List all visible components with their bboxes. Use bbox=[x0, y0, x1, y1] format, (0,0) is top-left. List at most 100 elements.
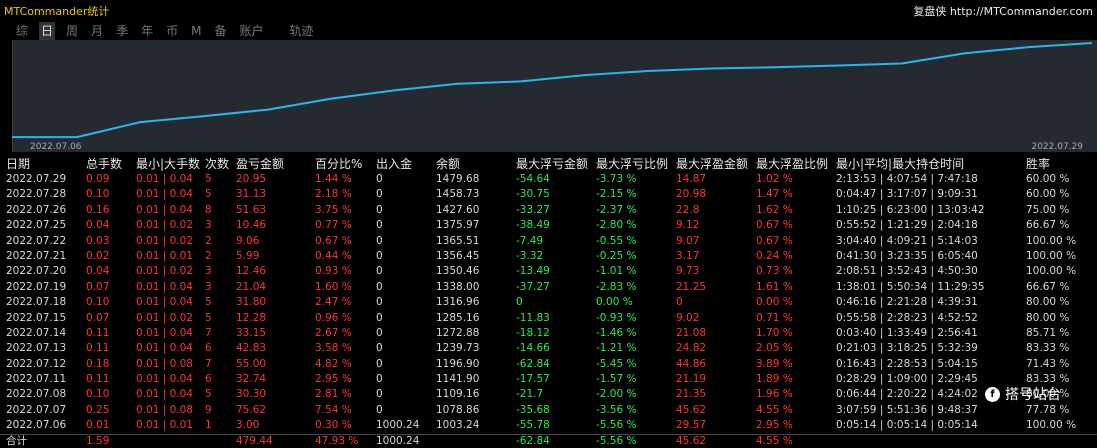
daily-stats-table: 日期 总手数 最小|大手数 次数 盈亏金额 百分比% 出入金 余额 最大浮亏金额 最大浮亏比例 最大… bbox=[0, 157, 1097, 448]
table-row[interactable]: 2022.07.20 0.04 0.01 | 0.02 3 12.46 0.93 % 0 13… bbox=[0, 264, 1097, 279]
table-row[interactable]: 2022.07.29 0.09 0.01 | 0.04 5 20.95 1.44 % 0 14… bbox=[0, 172, 1097, 187]
cell-min-max-lots: 0.01 | 0.02 bbox=[136, 219, 193, 232]
cell-balance: 1375.97 bbox=[436, 219, 480, 232]
cell-max-float-loss: -14.66 bbox=[516, 342, 550, 355]
brand-link[interactable]: 复盘侠 http://MTCommander.com bbox=[913, 3, 1093, 19]
cell-deposit: 0 bbox=[376, 265, 383, 278]
cell-date: 2022.07.21 bbox=[6, 249, 67, 262]
cell-percent: 0.30 % bbox=[315, 419, 352, 432]
tab-m[interactable]: M bbox=[189, 22, 203, 40]
cell-win-rate: 66.67 % bbox=[1026, 219, 1070, 232]
cell-balance: 1338.00 bbox=[436, 280, 480, 293]
table-row[interactable]: 2022.07.13 0.11 0.01 | 0.04 6 42.83 3.58 % 0 12… bbox=[0, 341, 1097, 356]
cell-percent: 0.44 % bbox=[315, 249, 352, 262]
cell-balance: 1196.90 bbox=[436, 357, 480, 370]
cell-win-rate: 83.33 % bbox=[1026, 342, 1070, 355]
table-row[interactable]: 2022.07.19 0.07 0.01 | 0.04 3 21.04 1.60 % 0 13… bbox=[0, 280, 1097, 295]
cell-max-float-loss-pct: -0.25 % bbox=[596, 249, 637, 262]
cell-lots: 0.10 bbox=[86, 388, 110, 401]
cell-min-max-lots: 0.01 | 0.04 bbox=[136, 388, 193, 401]
cell-win-rate: 100.00 % bbox=[1026, 419, 1077, 432]
cell-balance: 1078.86 bbox=[436, 403, 480, 416]
table-row[interactable]: 2022.07.06 0.01 0.01 | 0.01 1 3.00 0.30 % 1000… bbox=[0, 418, 1097, 433]
cell-hold-time: 0:55:58 | 2:28:23 | 4:52:52 bbox=[836, 311, 978, 324]
table-row[interactable]: 2022.07.11 0.11 0.01 | 0.04 6 32.74 2.95 % 0 11… bbox=[0, 372, 1097, 387]
table-row[interactable]: 2022.07.12 0.18 0.01 | 0.08 7 55.00 4.82 % 0 11… bbox=[0, 357, 1097, 372]
tab-week[interactable]: 周 bbox=[64, 22, 80, 40]
tab-month[interactable]: 月 bbox=[89, 22, 105, 40]
cell-max-float-profit: 22.8 bbox=[676, 203, 700, 216]
cell-count: 5 bbox=[205, 311, 212, 324]
cell-win-rate: 100.00 % bbox=[1026, 249, 1077, 262]
cell-max-float-loss: -35.68 bbox=[516, 403, 550, 416]
table-row[interactable]: 2022.07.28 0.10 0.01 | 0.04 5 31.13 2.18 % 0 14… bbox=[0, 187, 1097, 202]
cell-max-float-loss-pct: -2.00 % bbox=[596, 388, 637, 401]
tab-notes[interactable]: 备 bbox=[212, 22, 228, 40]
cell-date: 2022.07.15 bbox=[6, 311, 67, 324]
table-row[interactable]: 2022.07.26 0.16 0.01 | 0.04 8 51.63 3.75 % 0 14… bbox=[0, 203, 1097, 218]
cell-date: 2022.07.18 bbox=[6, 296, 67, 309]
table-row[interactable]: 2022.07.21 0.02 0.01 | 0.01 2 5.99 0.44 % 0 135… bbox=[0, 249, 1097, 264]
cell-count: 7 bbox=[205, 326, 212, 339]
cell-deposit: 0 bbox=[376, 203, 383, 216]
cell-max-float-loss: -11.83 bbox=[516, 311, 550, 324]
cell-percent: 2.67 % bbox=[315, 326, 352, 339]
column-header-max-float-loss-pct: 最大浮亏比例 bbox=[596, 157, 669, 171]
brand-name: 复盘侠 bbox=[913, 5, 947, 18]
cell-min-max-lots: 0.01 | 0.04 bbox=[136, 342, 193, 355]
cell-min-max-lots: 0.01 | 0.04 bbox=[136, 188, 193, 201]
cell-balance: 1365.51 bbox=[436, 234, 480, 247]
table-row[interactable]: 2022.07.07 0.25 0.01 | 0.08 9 75.62 7.54 % 0 10… bbox=[0, 403, 1097, 418]
column-header-balance: 余额 bbox=[436, 157, 461, 171]
cell-lots: 0.25 bbox=[86, 403, 110, 416]
brand-url[interactable]: http://MTCommander.com bbox=[950, 5, 1093, 18]
table-row[interactable]: 2022.07.25 0.04 0.01 | 0.02 3 10.46 0.77 % 0 13… bbox=[0, 218, 1097, 233]
tab-quarter[interactable]: 季 bbox=[114, 22, 130, 40]
app-title: MTCommander统计 bbox=[4, 5, 110, 18]
cell-max-float-profit-pct: 1.89 % bbox=[756, 373, 793, 386]
cell-max-float-loss: -55.78 bbox=[516, 419, 550, 432]
cell-hold-time: 0:05:14 | 0:05:14 | 0:05:14 bbox=[836, 419, 978, 432]
table-row[interactable]: 2022.07.08 0.10 0.01 | 0.04 5 30.30 2.81 % 0 11… bbox=[0, 387, 1097, 402]
cell-max-float-loss: -7.49 bbox=[516, 234, 544, 247]
cell-max-float-profit: 24.82 bbox=[676, 342, 707, 355]
cell-max-float-loss-pct: -0.55 % bbox=[596, 234, 637, 247]
table-total-row[interactable]: 合计 1.59 479.44 47.93 % 1000.24 -62.84 -5.56 % 4… bbox=[0, 433, 1097, 448]
cell-win-rate: 66.67 % bbox=[1026, 280, 1070, 293]
cell-date: 2022.07.25 bbox=[6, 219, 67, 232]
cell-hold-time: 0:21:03 | 3:18:25 | 5:32:39 bbox=[836, 342, 978, 355]
tab-year[interactable]: 年 bbox=[139, 22, 155, 40]
tab-trajectory[interactable]: 轨迹 bbox=[288, 22, 316, 40]
cell-min-max-lots: 0.01 | 0.02 bbox=[136, 234, 193, 247]
table-row[interactable]: 2022.07.22 0.03 0.01 | 0.02 2 9.06 0.67 % 0 136… bbox=[0, 234, 1097, 249]
cell-count: 2 bbox=[205, 234, 212, 247]
cell-max-float-loss-pct: 0.00 % bbox=[596, 296, 633, 309]
balance-chart: 2022.07.06 2022.07.29 bbox=[12, 40, 1097, 152]
cell-win-rate: 77.78 % bbox=[1026, 403, 1070, 416]
cell-lots: 0.11 bbox=[86, 326, 110, 339]
column-header-win-rate: 胜率 bbox=[1026, 157, 1051, 171]
cell-date: 2022.07.11 bbox=[6, 373, 67, 386]
cell-pnl: 20.95 bbox=[236, 173, 267, 185]
tab-day[interactable]: 日 bbox=[39, 22, 56, 40]
table-row[interactable]: 2022.07.18 0.10 0.01 | 0.04 5 31.80 2.47 % 0 13… bbox=[0, 295, 1097, 310]
cell-lots: 0.04 bbox=[86, 265, 110, 278]
cell-max-float-profit-pct: 1.62 % bbox=[756, 203, 793, 216]
cell-max-float-loss-pct: -5.45 % bbox=[596, 357, 637, 370]
tab-all[interactable]: 综 bbox=[14, 22, 30, 40]
cell-deposit: 0 bbox=[376, 373, 383, 386]
cell-balance: 1141.90 bbox=[436, 373, 480, 386]
cell-max-float-loss: -54.64 bbox=[516, 173, 550, 185]
cell-count: 5 bbox=[205, 296, 212, 309]
cell-max-float-profit: 21.19 bbox=[676, 373, 707, 386]
cell-max-float-loss: -30.75 bbox=[516, 188, 550, 201]
cell-percent: 3.75 % bbox=[315, 203, 352, 216]
table-row[interactable]: 2022.07.14 0.11 0.01 | 0.04 7 33.15 2.67 % 0 12… bbox=[0, 326, 1097, 341]
tab-currency[interactable]: 币 bbox=[164, 22, 180, 40]
column-header-date: 日期 bbox=[6, 157, 31, 171]
cell-count: 9 bbox=[205, 403, 212, 416]
table-row[interactable]: 2022.07.15 0.07 0.01 | 0.02 5 12.28 0.96 % 0 12… bbox=[0, 311, 1097, 326]
cell-hold-time: 0:16:43 | 2:28:53 | 5:04:15 bbox=[836, 357, 978, 370]
cell-min-max-lots: 0.01 | 0.04 bbox=[136, 280, 193, 293]
tab-account[interactable]: 账户 bbox=[237, 22, 265, 40]
